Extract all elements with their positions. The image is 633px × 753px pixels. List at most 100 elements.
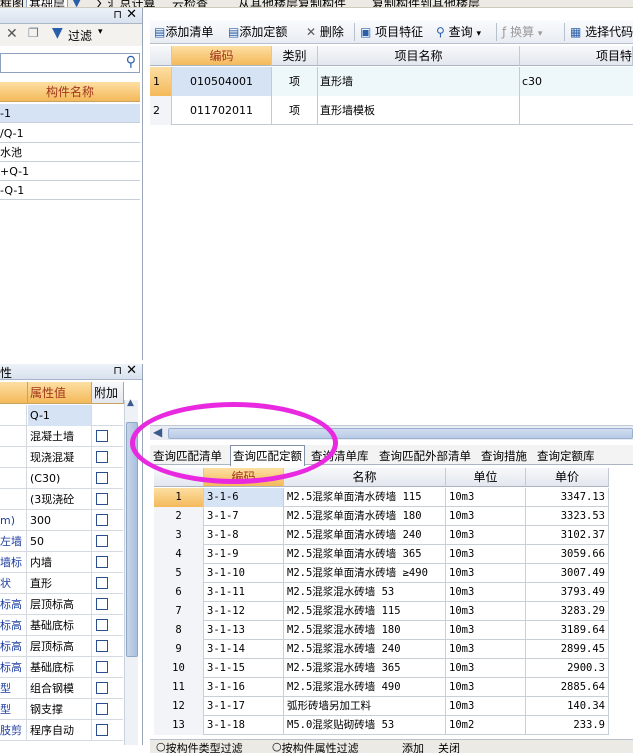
list-item[interactable]: 水池 bbox=[0, 143, 140, 162]
price-cell[interactable]: 2900.3 bbox=[526, 659, 609, 678]
property-value[interactable]: 基础底标 bbox=[28, 657, 92, 678]
list-item[interactable]: /Q-1 bbox=[0, 124, 140, 143]
code-cell[interactable]: 3-1-6 bbox=[204, 488, 284, 507]
table-row[interactable]: 4 3-1-9 M2.5混浆单面清水砖墙 365 10m3 3059.66 bbox=[154, 545, 609, 564]
code-cell[interactable]: 3-1-9 bbox=[204, 545, 284, 564]
property-scrollbar[interactable]: ▲ bbox=[124, 398, 138, 745]
dropdown-arrow-icon[interactable]: ▼ bbox=[72, 0, 81, 7]
table-row[interactable]: 2 3-1-7 M2.5混浆单面清水砖墙 180 10m3 3323.53 bbox=[154, 507, 609, 526]
copy-to-floor-button[interactable]: 复制构件到其他楼层 bbox=[372, 0, 480, 7]
extra-checkbox[interactable] bbox=[96, 577, 108, 589]
code-cell[interactable]: 3-1-13 bbox=[204, 621, 284, 640]
property-row[interactable]: 现浇混凝 bbox=[0, 447, 123, 468]
type-cell[interactable]: 项 bbox=[272, 96, 318, 125]
extra-checkbox[interactable] bbox=[96, 514, 108, 526]
menu-item[interactable]: 框图 bbox=[0, 0, 24, 7]
name-cell[interactable]: M2.5混浆单面清水砖墙 240 bbox=[284, 526, 446, 545]
code-cell[interactable]: 3-1-11 bbox=[204, 583, 284, 602]
property-row[interactable]: 标高 基础底标 bbox=[0, 657, 123, 678]
add-button[interactable]: 添加 bbox=[402, 740, 424, 753]
property-row[interactable]: 型钢支撑 bbox=[0, 699, 123, 720]
extra-checkbox[interactable] bbox=[96, 535, 108, 547]
name-cell[interactable]: M2.5混浆混水砖墙 490 bbox=[284, 678, 446, 697]
price-cell[interactable]: 2899.45 bbox=[526, 640, 609, 659]
table-row[interactable]: 6 3-1-11 M2.5混浆混水砖墙 53 10m3 3793.49 bbox=[154, 583, 609, 602]
extra-checkbox[interactable] bbox=[96, 430, 108, 442]
add-list-button[interactable]: ▤添加清单 bbox=[154, 23, 213, 41]
select-code-button[interactable]: ▦ 选择代码 bbox=[570, 23, 633, 41]
unit-cell[interactable]: 10m3 bbox=[446, 545, 526, 564]
cloud-check-button[interactable]: 云检查 bbox=[172, 0, 208, 7]
table-row[interactable]: 3 3-1-8 M2.5混浆单面清水砖墙 240 10m3 3102.37 bbox=[154, 526, 609, 545]
property-value[interactable]: 层顶标高 bbox=[28, 636, 92, 657]
property-value[interactable]: 内墙 bbox=[28, 552, 92, 573]
pin-icon[interactable]: ⊓ bbox=[113, 8, 122, 21]
close-button[interactable]: 关闭 bbox=[438, 740, 460, 753]
pin-icon[interactable]: ⊓ bbox=[113, 364, 122, 377]
filter-icon[interactable]: ▼ bbox=[52, 25, 63, 41]
list-item[interactable]: -1 bbox=[0, 104, 140, 123]
delete-button[interactable]: ✕ 删除 bbox=[306, 23, 344, 41]
copy-from-floor-button[interactable]: 从其他楼层复制构件 bbox=[238, 0, 346, 7]
delete-icon[interactable]: ✕ bbox=[6, 26, 18, 42]
unit-cell[interactable]: 10m3 bbox=[446, 602, 526, 621]
property-row[interactable]: 标高 层顶标高 bbox=[0, 636, 123, 657]
code-cell[interactable]: 011702011 bbox=[172, 96, 272, 125]
list-item[interactable]: +Q-1 bbox=[0, 162, 140, 181]
list-item[interactable]: -Q-1 bbox=[0, 181, 140, 200]
table-row[interactable]: 12 3-1-17 弧形砖墙另加工料 10m3 140.34 bbox=[154, 697, 609, 716]
name-cell[interactable]: 直形墙模板 bbox=[318, 96, 520, 125]
property-value[interactable]: 混凝土墙 bbox=[28, 426, 92, 447]
property-row[interactable]: 型组合钢模 bbox=[0, 678, 123, 699]
table-row[interactable]: 13 3-1-18 M5.0混浆贴砌砖墙 53 10m2 233.9 bbox=[154, 716, 609, 735]
table-row[interactable]: 1 010504001 项 直形墙 c30 bbox=[150, 67, 633, 96]
extra-checkbox[interactable] bbox=[96, 703, 108, 715]
name-cell[interactable]: M2.5混浆单面清水砖墙 115 bbox=[284, 488, 446, 507]
property-row[interactable]: 肢剪 程序自动 bbox=[0, 720, 123, 741]
horizontal-scrollbar[interactable]: ◀ bbox=[150, 425, 633, 440]
code-cell[interactable]: 010504001 bbox=[172, 67, 272, 96]
floor-select[interactable]: 基础层 bbox=[26, 0, 69, 7]
scroll-left-icon[interactable]: ◀ bbox=[153, 425, 162, 439]
price-cell[interactable]: 3323.53 bbox=[526, 507, 609, 526]
property-value[interactable]: (C30) bbox=[28, 468, 92, 489]
table-row[interactable]: 11 3-1-16 M2.5混浆混水砖墙 490 10m3 2885.64 bbox=[154, 678, 609, 697]
extra-checkbox[interactable] bbox=[96, 724, 108, 736]
filter-by-type-option[interactable]: ○ 按构件类型过滤 bbox=[156, 740, 243, 753]
name-cell[interactable]: M2.5混浆混水砖墙 365 bbox=[284, 659, 446, 678]
property-row[interactable]: (C30) bbox=[0, 468, 123, 489]
code-cell[interactable]: 3-1-18 bbox=[204, 716, 284, 735]
code-cell[interactable]: 3-1-15 bbox=[204, 659, 284, 678]
price-cell[interactable]: 3283.29 bbox=[526, 602, 609, 621]
item-feature-button[interactable]: ▣ 项目特征 bbox=[360, 23, 423, 41]
price-cell[interactable]: 3059.66 bbox=[526, 545, 609, 564]
tab-quota-library[interactable]: 查询定额库 bbox=[537, 447, 595, 465]
code-cell[interactable]: 3-1-12 bbox=[204, 602, 284, 621]
table-row[interactable]: 5 3-1-10 M2.5混浆单面清水砖墙 ≥490 10m3 3007.49 bbox=[154, 564, 609, 583]
property-value[interactable]: 层顶标高 bbox=[28, 594, 92, 615]
property-row[interactable]: (3现浇砼 bbox=[0, 489, 123, 510]
property-value[interactable]: 300 bbox=[28, 510, 92, 531]
unit-cell[interactable]: 10m3 bbox=[446, 659, 526, 678]
close-icon[interactable]: ✕ bbox=[126, 7, 137, 22]
name-cell[interactable]: M2.5混浆单面清水砖墙 180 bbox=[284, 507, 446, 526]
name-cell[interactable]: M5.0混浆贴砌砖墙 53 bbox=[284, 716, 446, 735]
name-cell[interactable]: M2.5混浆混水砖墙 53 bbox=[284, 583, 446, 602]
property-value[interactable]: (3现浇砼 bbox=[28, 489, 92, 510]
property-row[interactable]: 左墙 50 bbox=[0, 531, 123, 552]
feature-cell[interactable] bbox=[520, 96, 633, 125]
unit-cell[interactable]: 10m3 bbox=[446, 678, 526, 697]
price-cell[interactable]: 140.34 bbox=[526, 697, 609, 716]
filter-by-attribute-option[interactable]: ○ 按构件属性过滤 bbox=[272, 740, 359, 753]
price-cell[interactable]: 3189.64 bbox=[526, 621, 609, 640]
name-cell[interactable]: M2.5混浆单面清水砖墙 365 bbox=[284, 545, 446, 564]
search-input[interactable]: ⚲ bbox=[0, 53, 140, 73]
query-button[interactable]: ⚲ 查询 ▾ bbox=[436, 23, 481, 41]
price-cell[interactable]: 3793.49 bbox=[526, 583, 609, 602]
feature-cell[interactable]: c30 bbox=[520, 67, 633, 96]
property-value[interactable]: 组合钢模 bbox=[28, 678, 92, 699]
property-row[interactable]: 标高 层顶标高 bbox=[0, 594, 123, 615]
chevron-down-icon[interactable]: ▾ bbox=[98, 27, 103, 37]
property-row[interactable]: Q-1 bbox=[0, 405, 123, 426]
table-row[interactable]: 1 3-1-6 M2.5混浆单面清水砖墙 115 10m3 3347.13 bbox=[154, 488, 609, 507]
